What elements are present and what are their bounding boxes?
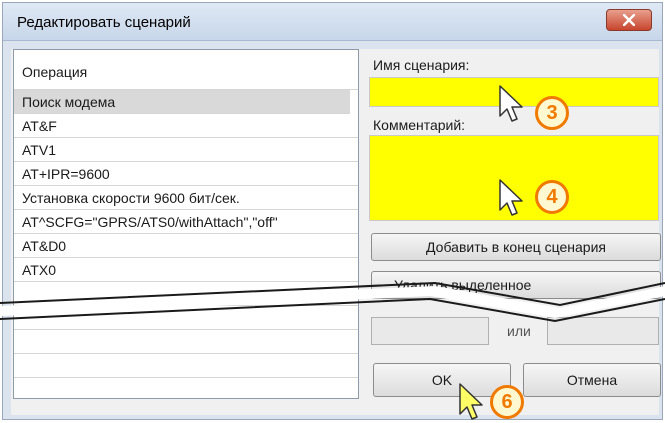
close-button[interactable] <box>606 9 652 31</box>
window-title: Редактировать сценарий <box>17 14 191 31</box>
arrow-cursor-icon <box>499 179 523 216</box>
callout-3: 3 <box>535 96 569 130</box>
range-to-field[interactable] <box>547 317 659 345</box>
operations-list[interactable]: Операция Поиск модема AT&F ATV1 AT+IPR=9… <box>13 49 359 399</box>
list-item[interactable]: ATX0 <box>14 258 358 282</box>
list-item[interactable]: AT&D0 <box>14 234 358 258</box>
callout-4: 4 <box>535 180 569 214</box>
comment-label: Комментарий: <box>373 117 466 133</box>
list-item[interactable]: AT+IPR=9600 <box>14 162 358 186</box>
edit-scenario-dialog: Редактировать сценарий Операция Поиск мо… <box>2 2 663 420</box>
title-bar: Редактировать сценарий <box>3 3 662 41</box>
close-icon <box>623 14 635 26</box>
list-item[interactable]: AT&F <box>14 114 358 138</box>
ok-button[interactable]: OK <box>373 363 511 397</box>
list-item-empty <box>14 306 358 330</box>
add-to-end-button[interactable]: Добавить в конец сценария <box>371 233 661 261</box>
list-item-empty <box>14 330 358 354</box>
list-item-empty <box>14 282 358 306</box>
callout-6: 6 <box>490 385 524 419</box>
or-label: или <box>507 323 531 339</box>
delete-selected-button[interactable]: Удалить выделенное <box>371 271 661 299</box>
range-from-field[interactable] <box>371 317 489 345</box>
list-item[interactable]: AT^SCFG="GPRS/ATS0/withAttach","off" <box>14 210 358 234</box>
arrow-cursor-icon <box>499 85 523 122</box>
list-item[interactable]: Установка скорости 9600 бит/сек. <box>14 186 358 210</box>
list-header: Операция <box>14 50 358 90</box>
scenario-name-label: Имя сценария: <box>373 57 470 73</box>
list-item[interactable]: Поиск модема <box>14 90 350 114</box>
cancel-button[interactable]: Отмена <box>523 363 661 397</box>
arrow-cursor-icon <box>459 383 483 420</box>
list-item-empty <box>14 354 358 378</box>
list-item[interactable]: ATV1 <box>14 138 358 162</box>
